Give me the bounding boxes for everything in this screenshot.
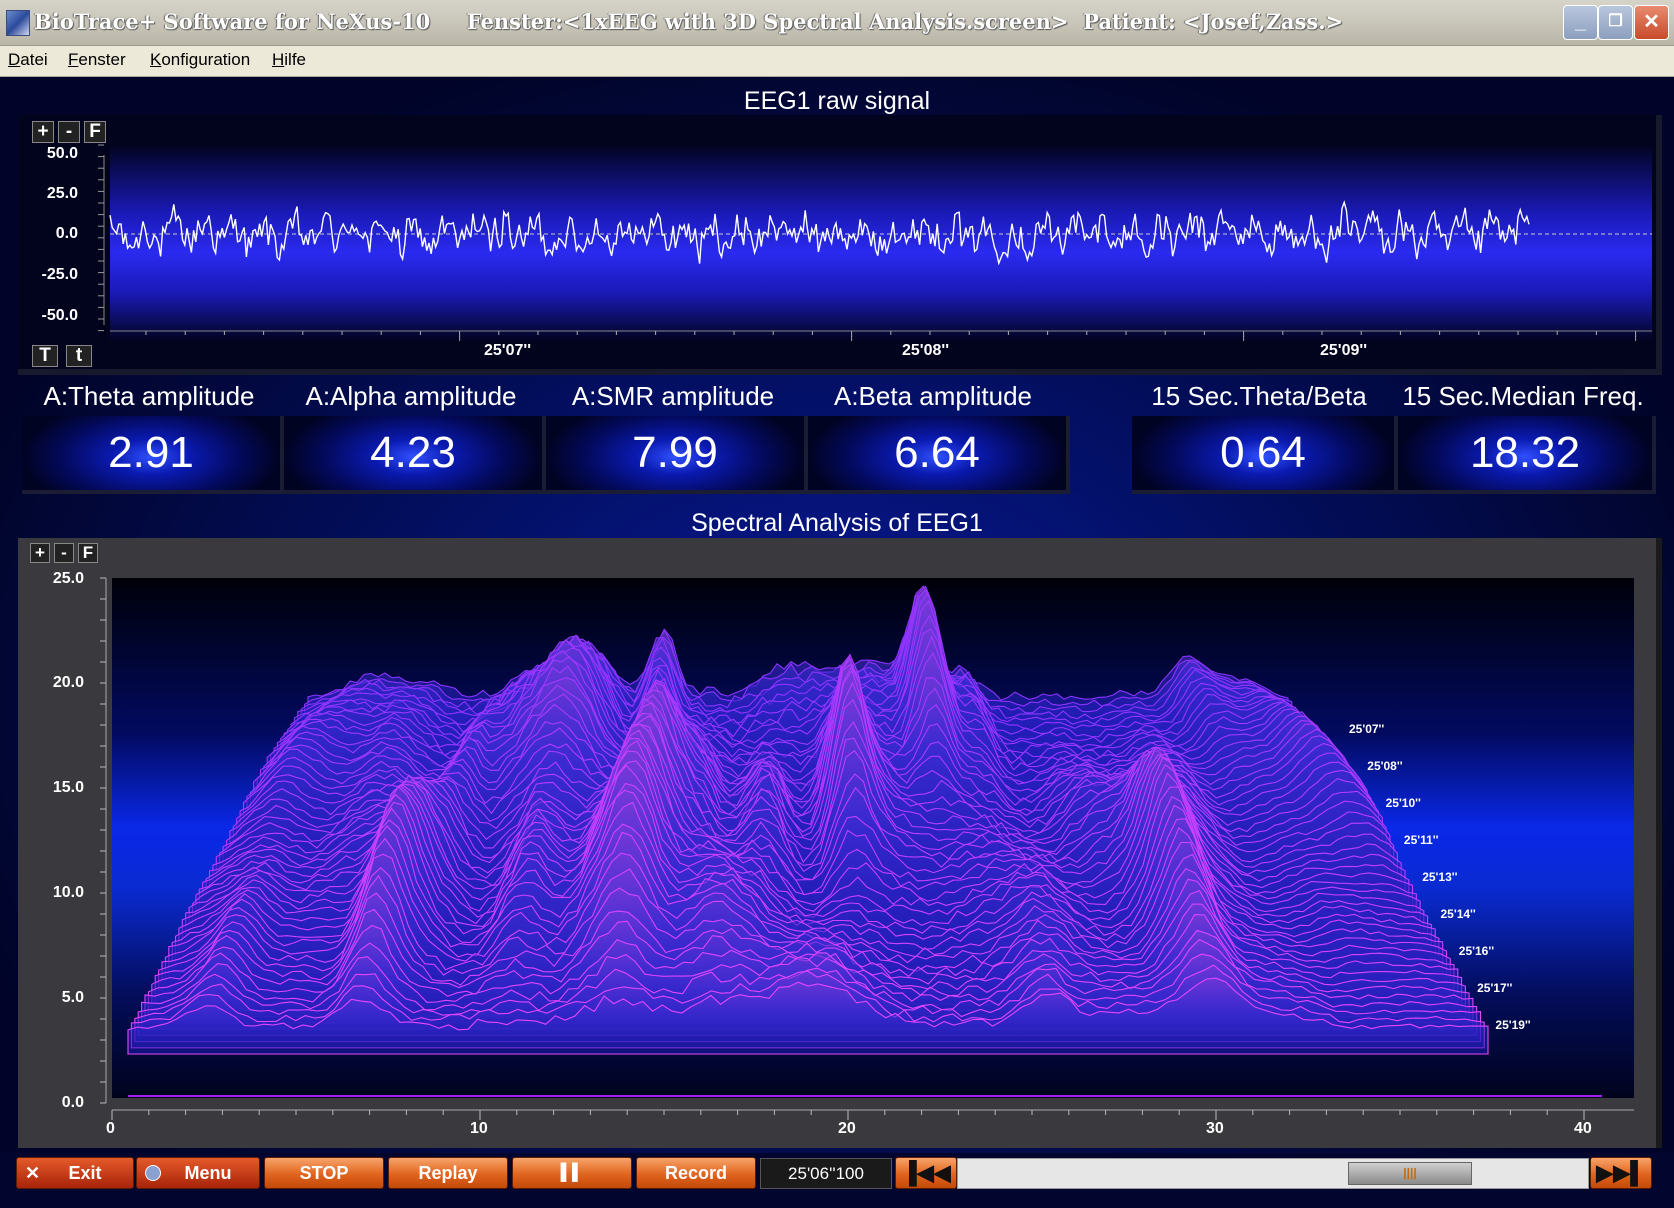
time-scale-small-button[interactable]: t	[66, 345, 92, 367]
spectral-ytick: 0.0	[61, 1094, 84, 1111]
spectral-3d-plot: 25'07'' 25'08'' 25'10'' 25'11'' 25'13'' 25'14…	[100, 577, 1634, 1120]
alpha-amplitude-value: 4.23	[284, 416, 546, 494]
raw-xtick: 25'08''	[902, 342, 950, 359]
raw-signal-plot	[98, 144, 1652, 341]
spectral-xtick: 0	[106, 1120, 115, 1137]
zoom-out-button[interactable]: -	[58, 121, 80, 143]
raw-ytick: 0.0	[55, 225, 78, 242]
raw-xtick: 25'07''	[484, 342, 532, 359]
raw-ytick: 50.0	[46, 145, 78, 162]
zoom-in-button[interactable]: +	[32, 121, 54, 143]
spectral-time-label: 25'11''	[1404, 833, 1439, 847]
spectral-zoom-out-button[interactable]: -	[54, 543, 74, 563]
theta-amplitude-label: A:Theta amplitude	[43, 381, 255, 411]
record-button[interactable]: Record	[636, 1157, 756, 1189]
raw-ytick: 25.0	[46, 185, 78, 202]
smr-amplitude-value: 7.99	[546, 416, 808, 494]
menu-label: Menu	[184, 1163, 232, 1183]
raw-xtick: 25'09''	[1320, 342, 1368, 359]
menu-konfiguration[interactable]: Konfiguration	[150, 50, 250, 70]
spectral-time-label: 25'16''	[1459, 944, 1494, 958]
minimize-button[interactable]: _	[1563, 5, 1598, 40]
exit-button[interactable]: ✕ Exit	[16, 1157, 134, 1189]
spectral-zoom-in-button[interactable]: +	[30, 543, 50, 563]
beta-amplitude-label: A:Beta amplitude	[833, 381, 1032, 411]
spectral-time-label: 25'13''	[1422, 870, 1457, 884]
raw-signal-panel: + - F 50.0 25.0 0.0 -25.0 -50.0 T t 25'0…	[18, 115, 1662, 375]
restore-button[interactable]: ❐	[1598, 5, 1633, 40]
replay-button[interactable]: Replay	[388, 1157, 508, 1189]
time-scale-large-button[interactable]: T	[32, 345, 58, 367]
stop-button[interactable]: STOP	[264, 1157, 384, 1189]
alpha-amplitude-label: A:Alpha amplitude	[305, 381, 517, 411]
spectral-ytick: 15.0	[52, 779, 84, 796]
raw-ytick: -50.0	[41, 307, 78, 324]
pause-button[interactable]: ▌▌	[512, 1157, 632, 1189]
spectral-ytick: 10.0	[52, 884, 84, 901]
spectral-time-label: 25'14''	[1441, 907, 1476, 921]
menu-hilfe[interactable]: Hilfe	[272, 50, 306, 70]
fit-button[interactable]: F	[84, 121, 106, 143]
spectral-time-label: 25'08''	[1367, 759, 1402, 773]
playback-toolbar: ✕ Exit Menu STOP Replay ▌▌ Record 25'06'…	[0, 1153, 1674, 1208]
spectral-xtick: 40	[1574, 1120, 1592, 1137]
theta-beta-ratio-label: 15 Sec.Theta/Beta	[1151, 381, 1367, 411]
spectral-time-label: 25'17''	[1477, 981, 1512, 995]
spectral-panel: 25'07'' 25'08'' 25'10'' 25'11'' 25'13'' 25'14…	[18, 538, 1662, 1148]
menu-datei[interactable]: Datei	[8, 50, 48, 70]
scrollbar-thumb[interactable]: ||||	[1348, 1162, 1472, 1185]
spectral-fit-button[interactable]: F	[78, 543, 98, 563]
theta-beta-ratio-value: 0.64	[1132, 416, 1398, 494]
median-freq-value: 18.32	[1398, 416, 1656, 494]
close-x-icon: ✕	[25, 1163, 41, 1183]
spectral-xtick: 20	[838, 1120, 856, 1137]
raw-signal-title: EEG1 raw signal	[743, 87, 931, 115]
spectral-ytick: 5.0	[61, 989, 84, 1006]
spectral-xtick: 30	[1206, 1120, 1224, 1137]
median-freq-label: 15 Sec.Median Freq.	[1402, 381, 1644, 411]
exit-label: Exit	[68, 1163, 102, 1183]
fast-forward-button[interactable]: ▶▶▌	[1590, 1157, 1652, 1189]
menu-icon	[145, 1165, 161, 1181]
window-title: BioTrace+ Software for NeXus-10 Fenster:…	[34, 9, 1344, 34]
time-scrollbar[interactable]: ||||	[957, 1158, 1589, 1189]
theta-amplitude-value: 2.91	[22, 416, 284, 494]
spectral-time-label: 25'07''	[1349, 722, 1384, 736]
spectral-title: Spectral Analysis of EEG1	[691, 509, 983, 537]
time-display: 25'06''100	[760, 1158, 892, 1189]
spectral-ytick: 25.0	[52, 570, 84, 587]
rewind-button[interactable]: ▐◀◀	[895, 1157, 957, 1189]
app-icon	[6, 10, 30, 36]
raw-ytick: -25.0	[41, 266, 78, 283]
title-bar[interactable]: BioTrace+ Software for NeXus-10 Fenster:…	[0, 0, 1674, 46]
smr-amplitude-label: A:SMR amplitude	[571, 381, 775, 411]
spectral-ytick: 20.0	[52, 674, 84, 691]
close-button[interactable]: ✕	[1634, 5, 1669, 40]
menu-button[interactable]: Menu	[136, 1157, 260, 1189]
beta-amplitude-value: 6.64	[808, 416, 1070, 494]
menu-fenster[interactable]: Fenster	[68, 50, 126, 70]
spectral-xtick: 10	[470, 1120, 488, 1137]
spectral-time-label: 25'10''	[1386, 796, 1421, 810]
spectral-time-label: 25'19''	[1495, 1018, 1530, 1032]
menu-bar: Datei Fenster Konfiguration Hilfe	[0, 46, 1674, 77]
